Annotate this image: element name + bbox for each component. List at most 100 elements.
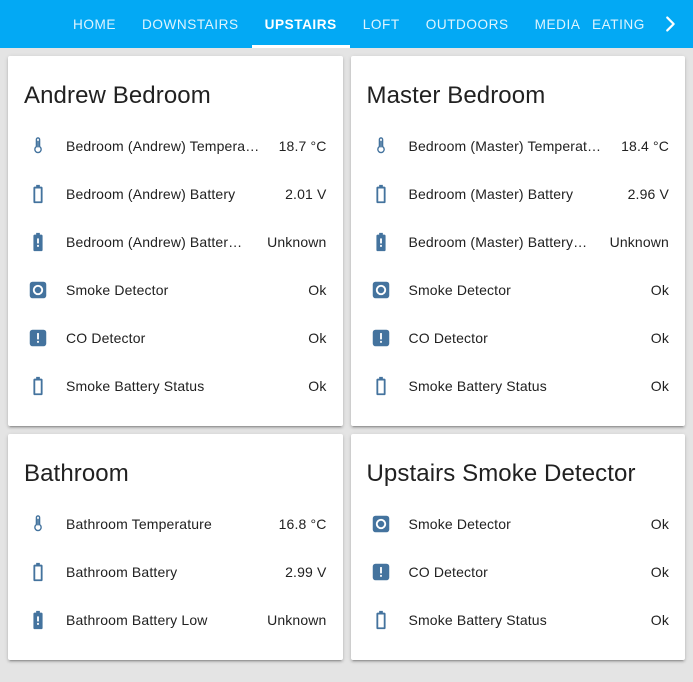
entity-value[interactable]: Ok — [308, 378, 326, 394]
entity-row[interactable]: Smoke Battery Status Ok — [351, 362, 686, 410]
card-title: Master Bedroom — [366, 82, 546, 109]
tab-outdoors[interactable]: OUTDOORS — [413, 0, 522, 48]
entity-label: Bedroom (Andrew) Tempera… — [66, 138, 260, 154]
entity-row-list: Bedroom (Master) Temperat… 18.4 °C Bedroom… — [351, 116, 686, 410]
entity-row[interactable]: Smoke Battery Status Ok — [8, 362, 343, 410]
thermometer-icon — [370, 135, 392, 157]
entity-row[interactable]: CO Detector Ok — [8, 314, 343, 362]
tab-label: UPSTAIRS — [264, 16, 337, 32]
tab-media[interactable]: MEDIA — [522, 0, 594, 48]
co-detector-icon — [27, 327, 49, 349]
entity-value[interactable]: 16.8 °C — [279, 516, 327, 532]
co-detector-icon — [370, 327, 392, 349]
entity-value[interactable]: Ok — [651, 516, 669, 532]
entity-icon — [26, 374, 50, 398]
thermometer-icon — [27, 513, 49, 535]
battery-icon — [370, 375, 392, 397]
entity-value[interactable]: Ok — [651, 378, 669, 394]
battery-icon — [370, 609, 392, 631]
entity-label: Bedroom (Master) Battery — [408, 186, 574, 202]
tab-label: DOWNSTAIRS — [141, 16, 239, 32]
entity-row[interactable]: Smoke Detector Ok — [351, 500, 686, 548]
tab-home[interactable]: HOME — [60, 0, 129, 48]
battery-alert-icon — [27, 231, 49, 253]
entity-icon — [369, 230, 393, 254]
entity-row-list: Bedroom (Andrew) Tempera… 18.7 °C Bedroom … — [8, 116, 343, 410]
entities-card: Bathroom Bathroom Temperature 16.8 °C Bathr… — [8, 434, 343, 660]
tab-downstairs[interactable]: DOWNSTAIRS — [129, 0, 252, 48]
smoke-detector-icon — [370, 513, 392, 535]
entity-label: Smoke Detector — [408, 282, 511, 298]
entity-value[interactable]: Unknown — [267, 234, 326, 250]
tab-overflow-next-button[interactable] — [647, 0, 693, 48]
entity-row[interactable]: Bathroom Temperature 16.8 °C — [8, 500, 343, 548]
tab-label: HEATING & — [593, 16, 647, 32]
tab-heating[interactable]: HEATING & — [593, 0, 647, 48]
entity-value[interactable]: Ok — [651, 564, 669, 580]
entity-row[interactable]: Smoke Detector Ok — [351, 266, 686, 314]
entity-row[interactable]: Bedroom (Master) Temperat… 18.4 °C — [351, 122, 686, 170]
entity-row[interactable]: Bedroom (Andrew) Tempera… 18.7 °C — [8, 122, 343, 170]
battery-icon — [27, 183, 49, 205]
entity-row[interactable]: Bedroom (Master) Battery… Unknown — [351, 218, 686, 266]
entity-value[interactable]: Ok — [308, 330, 326, 346]
battery-alert-icon — [27, 609, 49, 631]
entity-label: Bedroom (Master) Battery… — [408, 234, 588, 250]
entity-icon — [26, 134, 50, 158]
entity-icon — [369, 278, 393, 302]
entity-label: Smoke Detector — [408, 516, 511, 532]
entity-value[interactable]: Unknown — [267, 612, 326, 628]
tab-label: LOFT — [362, 16, 400, 32]
entity-row[interactable]: Bathroom Battery Low Unknown — [8, 596, 343, 644]
entity-value[interactable]: 18.7 °C — [279, 138, 327, 154]
smoke-detector-icon — [27, 279, 49, 301]
entity-icon — [26, 278, 50, 302]
entity-icon — [369, 326, 393, 350]
entity-icon — [369, 560, 393, 584]
entity-value[interactable]: 2.01 V — [285, 186, 326, 202]
entity-value[interactable]: Ok — [651, 612, 669, 628]
entity-label: Smoke Battery Status — [408, 378, 547, 394]
entity-row[interactable]: Smoke Battery Status Ok — [351, 596, 686, 644]
entity-value[interactable]: Ok — [651, 282, 669, 298]
battery-icon — [27, 375, 49, 397]
card-grid: Andrew Bedroom Bedroom (Andrew) Tempera… 1… — [0, 48, 693, 668]
co-detector-icon — [370, 561, 392, 583]
entity-value[interactable]: Ok — [308, 282, 326, 298]
battery-icon — [370, 183, 392, 205]
entity-row[interactable]: Bedroom (Andrew) Battery 2.01 V — [8, 170, 343, 218]
entity-row[interactable]: CO Detector Ok — [351, 548, 686, 596]
tab-label: MEDIA — [534, 16, 581, 32]
entity-row[interactable]: Bedroom (Master) Battery 2.96 V — [351, 170, 686, 218]
entity-value[interactable]: Unknown — [610, 234, 669, 250]
top-navigation-bar: HOME DOWNSTAIRS UPSTAIRS LOFT OUTDOORS MEDIA H… — [0, 0, 693, 48]
entity-row[interactable]: CO Detector Ok — [351, 314, 686, 362]
entity-label: CO Detector — [66, 330, 146, 346]
entity-row[interactable]: Bathroom Battery 2.99 V — [8, 548, 343, 596]
entity-value[interactable]: 2.99 V — [285, 564, 326, 580]
entity-row[interactable]: Smoke Detector Ok — [8, 266, 343, 314]
entity-value[interactable]: 2.96 V — [628, 186, 669, 202]
entity-icon — [369, 608, 393, 632]
card-title: Bathroom — [24, 460, 129, 487]
entity-row[interactable]: Bedroom (Andrew) Batter… Unknown — [8, 218, 343, 266]
entity-value[interactable]: Ok — [651, 330, 669, 346]
entity-icon — [26, 608, 50, 632]
entity-label: Smoke Battery Status — [408, 612, 547, 628]
entity-icon — [26, 230, 50, 254]
tab-upstairs[interactable]: UPSTAIRS — [251, 0, 350, 48]
entity-label: Bedroom (Master) Temperat… — [408, 138, 602, 154]
entities-card: Andrew Bedroom Bedroom (Andrew) Tempera… 1… — [8, 56, 343, 426]
battery-icon — [27, 561, 49, 583]
entity-icon — [26, 560, 50, 584]
entity-label: CO Detector — [408, 564, 488, 580]
entity-icon — [26, 182, 50, 206]
entity-icon — [369, 512, 393, 536]
smoke-detector-icon — [370, 279, 392, 301]
entity-value[interactable]: 18.4 °C — [621, 138, 669, 154]
tab-list: HOME DOWNSTAIRS UPSTAIRS LOFT OUTDOORS MEDIA H… — [60, 0, 647, 48]
battery-alert-icon — [370, 231, 392, 253]
entity-row-list: Bathroom Temperature 16.8 °C Bathroom Batt… — [8, 494, 343, 644]
entity-label: Smoke Battery Status — [66, 378, 205, 394]
tab-loft[interactable]: LOFT — [350, 0, 413, 48]
